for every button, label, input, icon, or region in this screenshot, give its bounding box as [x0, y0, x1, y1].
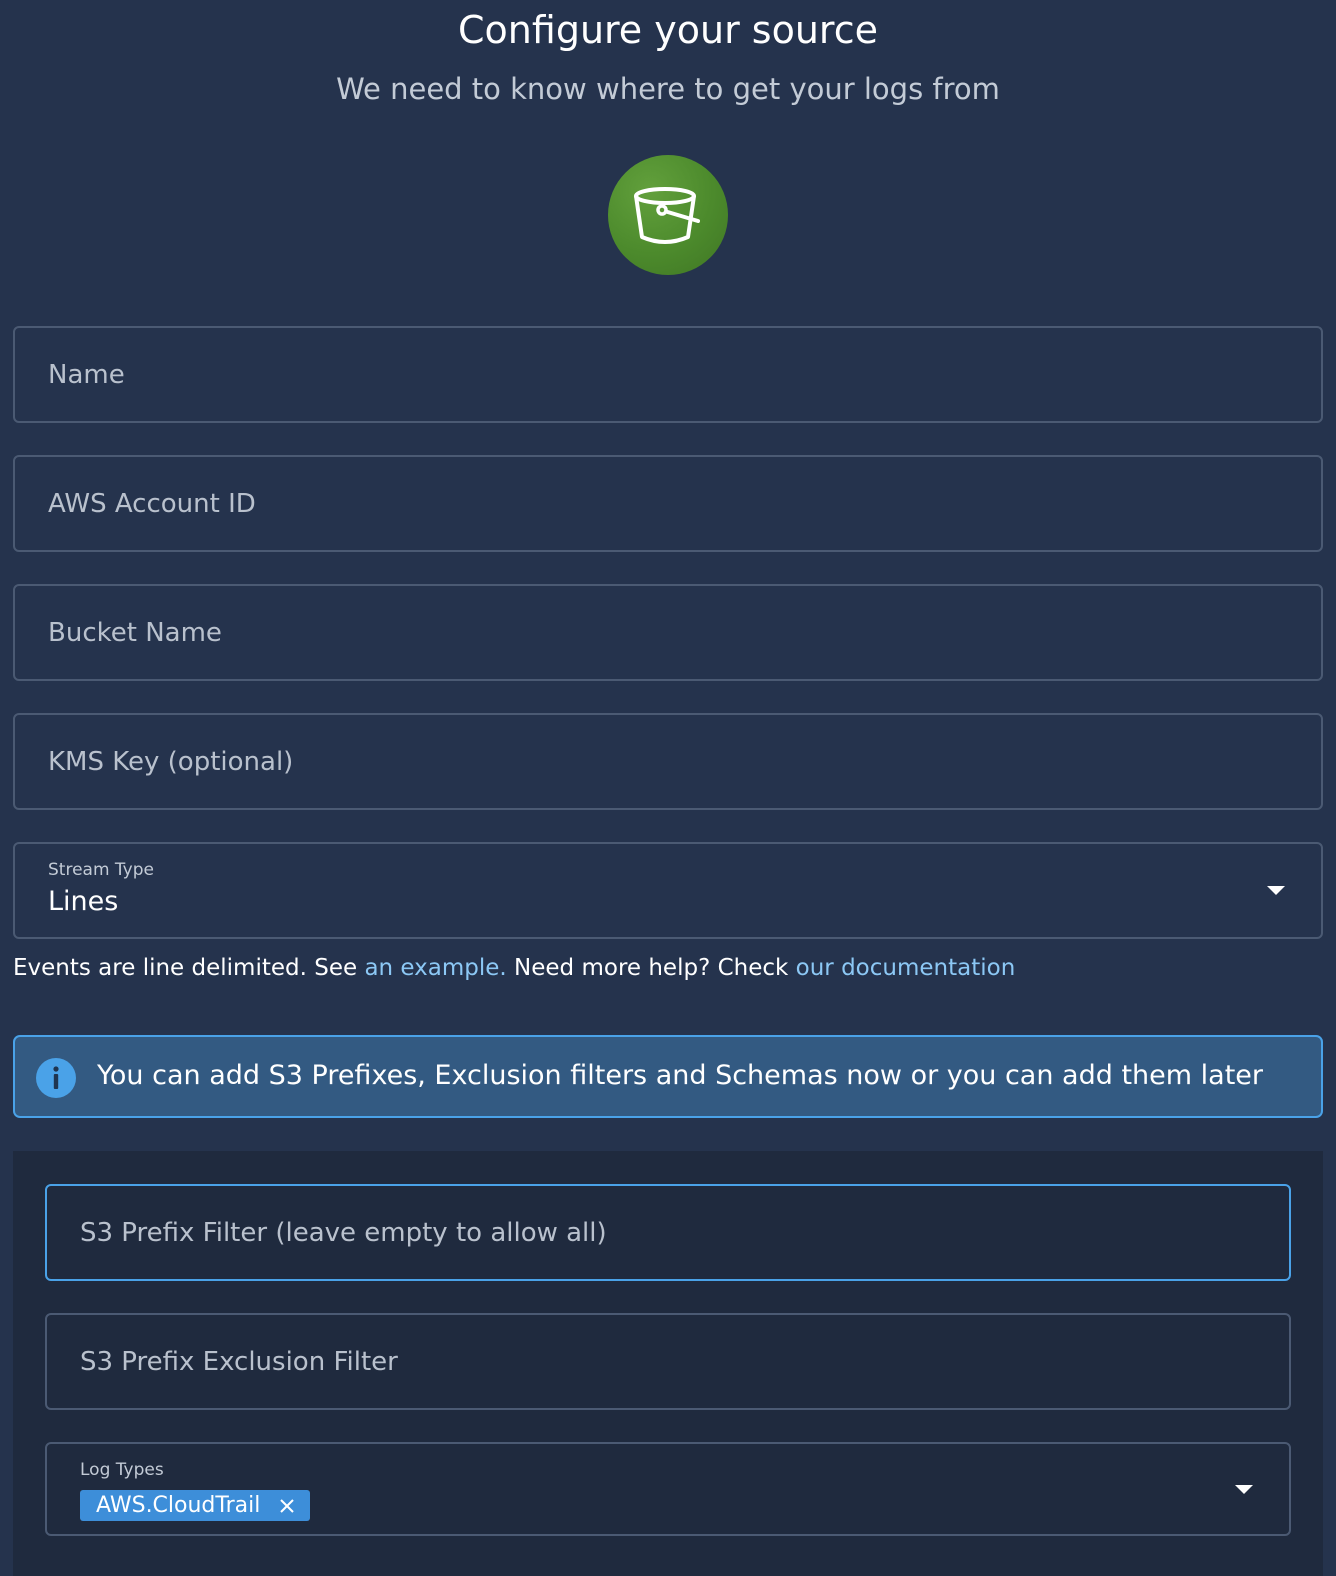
documentation-link[interactable]: our documentation	[796, 955, 1016, 981]
s3-prefix-filter-field[interactable]	[45, 1184, 1291, 1281]
log-type-chip: AWS.CloudTrail	[80, 1490, 311, 1521]
log-type-chip-label: AWS.CloudTrail	[96, 1493, 261, 1518]
info-banner: You can add S3 Prefixes, Exclusion filte…	[13, 1035, 1323, 1118]
log-types-label: Log Types	[80, 1460, 164, 1480]
aws-account-id-field[interactable]	[13, 455, 1323, 552]
chevron-down-icon[interactable]	[1267, 886, 1285, 895]
page-title: Configure your source	[458, 8, 878, 52]
s3-bucket-logo	[608, 155, 728, 275]
s3-prefix-filter-input[interactable]	[47, 1186, 1289, 1279]
stream-type-help: Events are line delimited. See an exampl…	[13, 955, 1015, 981]
prefix-filters-panel: Log Types AWS.CloudTrail	[13, 1151, 1323, 1576]
stream-type-label: Stream Type	[48, 860, 154, 880]
s3-bucket-icon	[634, 187, 700, 244]
help-middle-text: Need more help? Check	[506, 955, 796, 981]
kms-key-input[interactable]	[15, 715, 1321, 808]
bucket-name-field[interactable]	[13, 584, 1323, 681]
kms-key-field[interactable]	[13, 713, 1323, 810]
bucket-name-input[interactable]	[15, 586, 1321, 679]
log-types-select[interactable]: Log Types AWS.CloudTrail	[45, 1442, 1291, 1536]
info-banner-text: You can add S3 Prefixes, Exclusion filte…	[97, 1060, 1263, 1091]
example-link[interactable]: an example.	[364, 955, 506, 981]
stream-type-select[interactable]: Stream Type Lines	[13, 842, 1323, 939]
stream-type-value: Lines	[48, 886, 119, 917]
aws-account-id-input[interactable]	[15, 457, 1321, 550]
page-subtitle: We need to know where to get your logs f…	[336, 72, 1000, 106]
name-field[interactable]	[13, 326, 1323, 423]
info-icon	[36, 1058, 76, 1098]
name-input[interactable]	[15, 328, 1321, 421]
s3-prefix-exclusion-field[interactable]	[45, 1313, 1291, 1410]
remove-chip-icon[interactable]	[278, 1497, 296, 1515]
s3-prefix-exclusion-input[interactable]	[47, 1315, 1289, 1408]
help-prefix-text: Events are line delimited. See	[13, 955, 365, 981]
chevron-down-icon[interactable]	[1235, 1485, 1253, 1494]
